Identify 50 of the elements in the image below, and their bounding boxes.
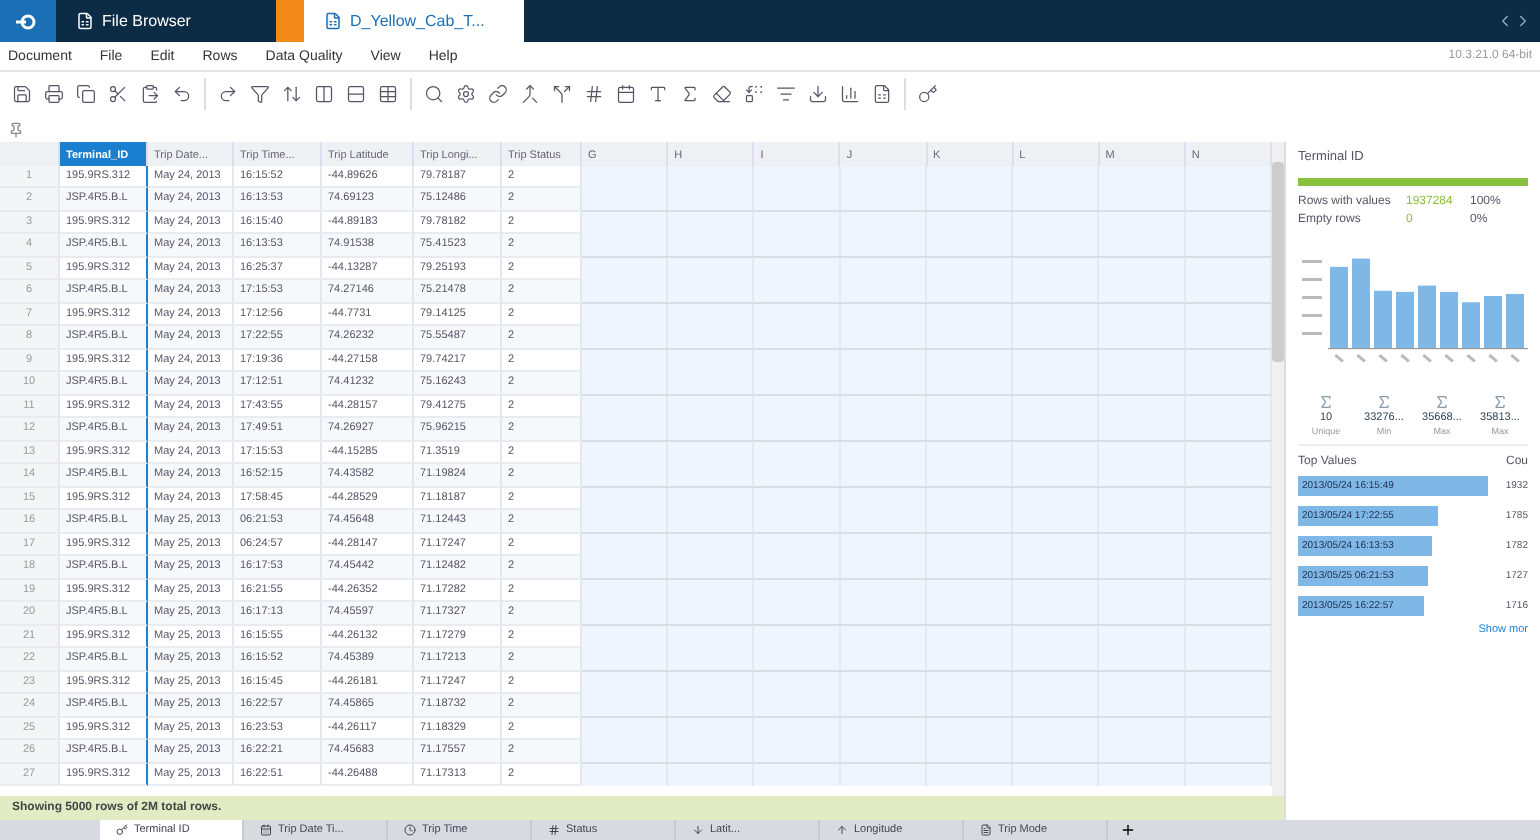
link-icon[interactable]	[488, 84, 508, 104]
sheet-icon	[76, 12, 94, 30]
sigma-icon[interactable]	[680, 84, 700, 104]
add-icon[interactable]	[1120, 822, 1136, 838]
eraser-icon[interactable]	[712, 84, 732, 104]
calendar-icon[interactable]	[616, 84, 636, 104]
list-filter-icon[interactable]	[776, 84, 796, 104]
tab-icon	[404, 824, 416, 836]
scrollbar[interactable]	[1272, 142, 1284, 796]
table-icon[interactable]	[378, 84, 398, 104]
tab-icon	[980, 824, 992, 836]
split-icon[interactable]	[552, 84, 572, 104]
back-icon[interactable]	[1496, 12, 1514, 30]
spreadsheet-icon[interactable]	[872, 84, 892, 104]
save-icon[interactable]	[12, 84, 32, 104]
logo-icon	[16, 13, 40, 29]
stat-icon	[1318, 394, 1334, 410]
settings-icon[interactable]	[456, 84, 476, 104]
columns-icon[interactable]	[314, 84, 334, 104]
bar-chart-icon[interactable]	[840, 84, 860, 104]
stat-icon	[1376, 394, 1392, 410]
corner-cell	[0, 142, 60, 168]
text-icon[interactable]	[648, 84, 668, 104]
tab-marker	[276, 0, 304, 42]
download-icon[interactable]	[808, 84, 828, 104]
sheet-icon	[324, 12, 342, 30]
rows-icon[interactable]	[346, 84, 366, 104]
tab-icon	[548, 824, 560, 836]
key-icon[interactable]	[918, 84, 938, 104]
tab-icon	[692, 824, 704, 836]
printer-icon[interactable]	[44, 84, 64, 104]
stat-icon	[1492, 394, 1508, 410]
window-tab[interactable]: D_Yellow_Cab_T...	[304, 0, 524, 42]
pin-icon[interactable]	[8, 121, 24, 137]
tab-icon	[116, 824, 128, 836]
sort-icon[interactable]	[282, 84, 302, 104]
search-icon[interactable]	[424, 84, 444, 104]
stat-icon	[1434, 394, 1450, 410]
merge-icon[interactable]	[520, 84, 540, 104]
undo-icon[interactable]	[172, 84, 192, 104]
app-logo[interactable]	[0, 0, 56, 42]
scissors-icon[interactable]	[108, 84, 128, 104]
paste-icon[interactable]	[140, 84, 160, 104]
hash-icon[interactable]	[584, 84, 604, 104]
forward-icon[interactable]	[1514, 12, 1532, 30]
filter-icon[interactable]	[250, 84, 270, 104]
redo-icon[interactable]	[218, 84, 238, 104]
copy-icon[interactable]	[76, 84, 96, 104]
tab-icon	[836, 824, 848, 836]
tab-icon	[260, 824, 272, 836]
